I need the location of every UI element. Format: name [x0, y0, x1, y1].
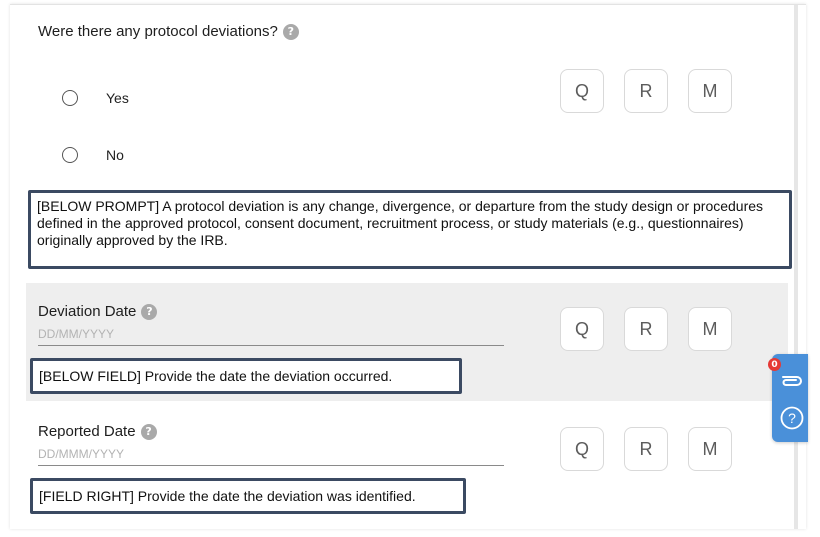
deviation-date-text: Deviation Date	[38, 303, 137, 320]
below-prompt-text: [BELOW PROMPT] A protocol deviation is a…	[37, 198, 764, 248]
review-button[interactable]: R	[624, 69, 668, 113]
field-right-text: [FIELD RIGHT] Provide the date the devia…	[39, 488, 416, 504]
below-prompt-note: [BELOW PROMPT] A protocol deviation is a…	[28, 190, 792, 269]
svg-text:?: ?	[788, 410, 796, 426]
reported-date-label: Reported Date ?	[38, 423, 157, 440]
qrm-group-deviations: Q R M	[560, 69, 732, 113]
radio-label-no[interactable]: No	[106, 147, 124, 163]
query-button[interactable]: Q	[560, 307, 604, 351]
frame-right-divider	[794, 5, 798, 529]
query-button[interactable]: Q	[560, 427, 604, 471]
mark-button[interactable]: M	[688, 427, 732, 471]
question-deviations-label: Were there any protocol deviations? ?	[38, 23, 299, 40]
field-right-note: [FIELD RIGHT] Provide the date the devia…	[30, 478, 466, 514]
attachment-count-badge: 0	[768, 358, 781, 371]
reported-date-text: Reported Date	[38, 423, 136, 440]
radio-option-no[interactable]: No	[62, 147, 124, 163]
form-frame: Were there any protocol deviations? ? Ye…	[10, 4, 806, 529]
mark-button[interactable]: M	[688, 69, 732, 113]
review-button[interactable]: R	[624, 307, 668, 351]
below-field-text: [BELOW FIELD] Provide the date the devia…	[39, 368, 393, 384]
qrm-group-reported-date: Q R M	[560, 427, 732, 471]
deviation-date-label: Deviation Date ?	[38, 303, 158, 320]
review-button[interactable]: R	[624, 427, 668, 471]
help-icon[interactable]: ?	[282, 23, 299, 40]
radio-circle-yes[interactable]	[62, 90, 78, 106]
radio-option-yes[interactable]: Yes	[62, 90, 129, 106]
help-icon[interactable]: ?	[140, 423, 157, 440]
qrm-group-deviation-date: Q R M	[560, 307, 732, 351]
mark-button[interactable]: M	[688, 307, 732, 351]
radio-circle-no[interactable]	[62, 147, 78, 163]
paperclip-icon[interactable]	[780, 368, 804, 388]
help-icon[interactable]: ?	[141, 303, 158, 320]
deviation-date-field[interactable]	[38, 323, 504, 346]
query-button[interactable]: Q	[560, 69, 604, 113]
below-field-note: [BELOW FIELD] Provide the date the devia…	[30, 358, 462, 394]
question-deviations-text: Were there any protocol deviations?	[38, 23, 278, 40]
reported-date-field[interactable]	[38, 443, 504, 466]
radio-label-yes[interactable]: Yes	[106, 90, 129, 106]
help-circle-icon[interactable]: ?	[779, 405, 805, 431]
